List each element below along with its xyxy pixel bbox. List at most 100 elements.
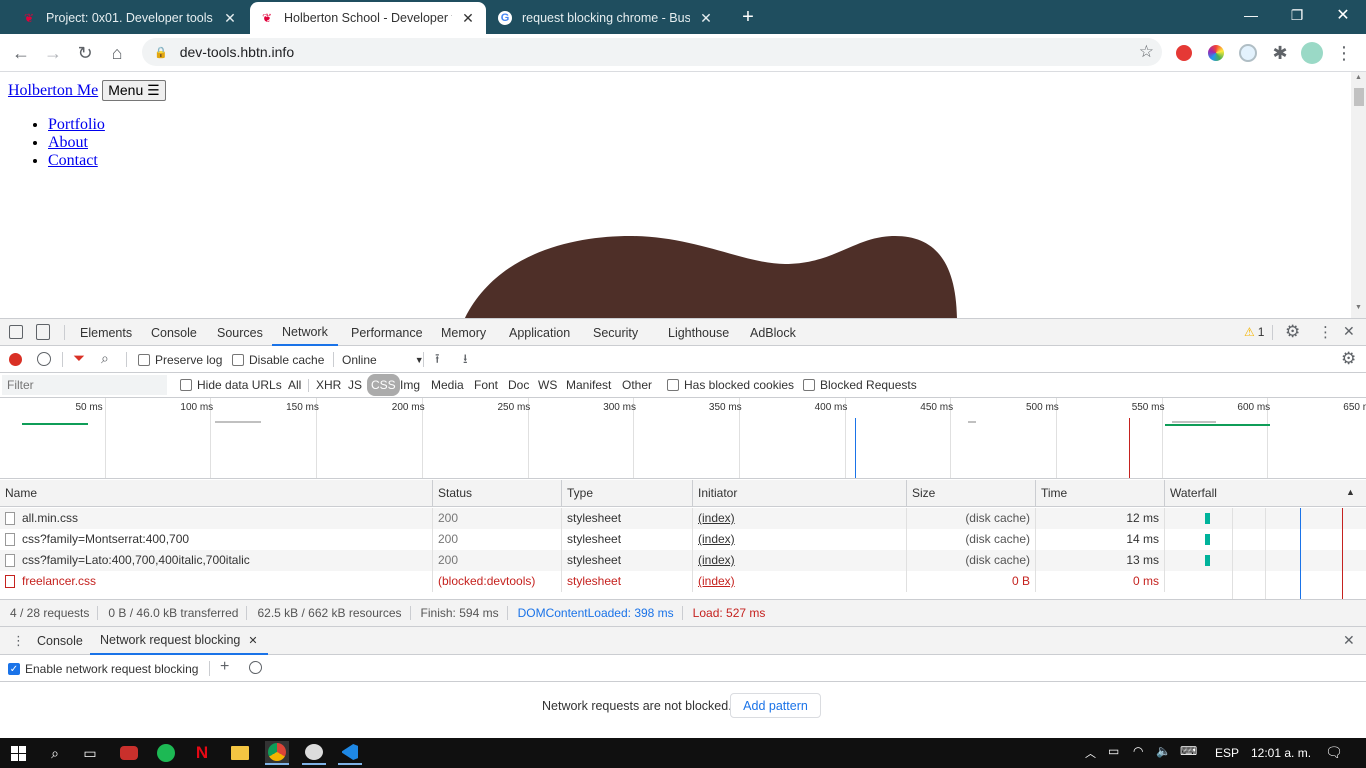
address-bar[interactable]: 🔒 dev-tools.hbtn.info ☆ [142, 38, 1162, 66]
column-header-name[interactable]: Name [0, 480, 433, 507]
browser-tab-holberton[interactable]: ❦ Holberton School - Developer to ✕ [250, 2, 486, 34]
filter-img[interactable]: Img [398, 374, 422, 396]
column-header-initiator[interactable]: Initiator [693, 480, 907, 507]
initiator-link[interactable]: (index) [698, 574, 735, 588]
search-icon[interactable]: ⌕ [43, 741, 67, 765]
minimize-icon[interactable]: — [1228, 0, 1274, 30]
tab-close-icon[interactable]: ✕ [698, 10, 714, 27]
tab-close-icon[interactable]: ✕ [222, 10, 238, 27]
page-scrollbar[interactable]: ▲ ▼ [1351, 72, 1366, 318]
windows-start-icon[interactable] [6, 741, 30, 765]
drawer-tab-console[interactable]: Console [37, 627, 83, 655]
checkbox-box[interactable] [803, 379, 815, 391]
preserve-log-checkbox[interactable]: Preserve log [138, 353, 222, 367]
record-icon[interactable] [9, 353, 22, 366]
chrome-taskbar-icon[interactable] [265, 741, 289, 765]
checkbox-box[interactable] [138, 354, 150, 366]
settings-gear-icon[interactable]: ⚙ [1285, 322, 1300, 342]
drawer-menu-icon[interactable]: ⋮ [12, 633, 25, 649]
tab-sources[interactable]: Sources [217, 319, 263, 346]
tab-security[interactable]: Security [593, 319, 638, 346]
tab-lighthouse[interactable]: Lighthouse [668, 319, 729, 346]
menu-button[interactable]: Menu ☰ [102, 80, 166, 101]
tab-memory[interactable]: Memory [441, 319, 486, 346]
nav-link-about[interactable]: About [48, 134, 88, 151]
tab-console[interactable]: Console [151, 319, 197, 346]
task-view-icon[interactable]: ▭ [78, 741, 102, 765]
paint-app-icon[interactable] [302, 741, 326, 765]
vscode-icon[interactable] [338, 741, 362, 765]
network-overview-timeline[interactable]: 50 ms 100 ms 150 ms 200 ms 250 ms 300 ms 350 m… [0, 398, 1366, 479]
column-header-waterfall[interactable]: Waterfall [1165, 480, 1366, 507]
tab-elements[interactable]: Elements [80, 319, 132, 346]
table-row[interactable]: all.min.css 200 stylesheet (index) (disk cac… [0, 508, 1366, 529]
table-row[interactable]: css?family=Montserrat:400,700 200 styleshe… [0, 529, 1366, 550]
file-explorer-icon[interactable] [228, 741, 252, 765]
scrollbar-thumb[interactable] [1354, 88, 1364, 106]
close-tab-icon[interactable]: ✕ [248, 634, 257, 647]
browser-tab-project[interactable]: ❦ Project: 0x01. Developer tools | H ✕ [12, 2, 248, 34]
browser-tab-google[interactable]: G request blocking chrome - Busca ✕ [488, 2, 724, 34]
network-settings-gear-icon[interactable]: ⚙ [1341, 349, 1356, 369]
initiator-link[interactable]: (index) [698, 532, 735, 546]
show-hidden-icons-chevron-icon[interactable]: ︿ [1085, 745, 1096, 761]
add-pattern-plus-icon[interactable]: + [220, 658, 229, 676]
filter-xhr[interactable]: XHR [314, 374, 343, 396]
warnings-counter[interactable]: ⚠ 1 [1244, 325, 1264, 339]
profile-avatar[interactable] [1299, 40, 1325, 66]
tab-performance[interactable]: Performance [351, 319, 423, 346]
clock-time[interactable]: 12:01 a. m. [1251, 746, 1311, 760]
scroll-up-icon[interactable]: ▲ [1355, 74, 1362, 81]
has-blocked-cookies-checkbox[interactable]: Has blocked cookies [667, 378, 794, 392]
throttling-select[interactable]: Online ▼ [342, 353, 424, 367]
filter-css[interactable]: CSS [367, 374, 400, 396]
color-extension-icon[interactable] [1203, 40, 1229, 66]
cell-initiator[interactable]: (index) [693, 550, 907, 571]
keyboard-icon[interactable]: ⌨ [1180, 744, 1197, 758]
filter-manifest[interactable]: Manifest [564, 374, 613, 396]
sort-ascending-icon[interactable]: ▲ [1346, 487, 1355, 497]
column-header-time[interactable]: Time [1036, 480, 1165, 507]
devtools-menu-icon[interactable]: ⋮ [1318, 323, 1333, 341]
cell-initiator[interactable]: (index) [693, 508, 907, 529]
scroll-down-icon[interactable]: ▼ [1355, 304, 1362, 311]
input-language[interactable]: ESP [1215, 746, 1239, 760]
filter-other[interactable]: Other [620, 374, 654, 396]
restore-icon[interactable]: ❐ [1274, 0, 1320, 30]
remove-all-patterns-icon[interactable] [249, 661, 262, 674]
drawer-tab-network-request-blocking[interactable]: Network request blocking ✕ [90, 627, 268, 655]
device-toolbar-icon[interactable] [36, 324, 50, 340]
home-icon[interactable]: ⌂ [104, 40, 130, 66]
column-header-size[interactable]: Size [907, 480, 1036, 507]
reload-icon[interactable]: ↻ [72, 40, 98, 66]
add-pattern-button[interactable]: Add pattern [730, 693, 821, 718]
tab-network[interactable]: Network [272, 319, 338, 346]
filter-font[interactable]: Font [472, 374, 500, 396]
close-drawer-icon[interactable]: ✕ [1343, 632, 1355, 649]
brand-link[interactable]: Holberton Me [8, 82, 98, 100]
clear-icon[interactable] [37, 352, 51, 366]
netflix-icon[interactable]: N [190, 741, 214, 765]
tab-close-icon[interactable]: ✕ [460, 10, 476, 27]
game-app-icon[interactable] [117, 741, 141, 765]
inspect-element-icon[interactable] [9, 325, 23, 339]
initiator-link[interactable]: (index) [698, 511, 735, 525]
bookmark-star-icon[interactable]: ☆ [1139, 42, 1154, 62]
initiator-link[interactable]: (index) [698, 553, 735, 567]
disable-cache-checkbox[interactable]: Disable cache [232, 353, 324, 367]
blocked-requests-checkbox[interactable]: Blocked Requests [803, 378, 917, 392]
checkbox-box[interactable] [667, 379, 679, 391]
cell-initiator[interactable]: (index) [693, 571, 907, 592]
import-har-icon[interactable]: ⭱ [435, 350, 440, 372]
checkbox-box[interactable]: ✓ [8, 663, 20, 675]
forward-icon[interactable]: → [40, 40, 66, 66]
extensions-puzzle-icon[interactable]: ✱ [1267, 40, 1293, 66]
nav-link-contact[interactable]: Contact [48, 152, 98, 169]
spotify-icon[interactable] [154, 741, 178, 765]
tab-adblock[interactable]: AdBlock [750, 319, 796, 346]
adblock-extension-icon[interactable] [1171, 40, 1197, 66]
close-devtools-icon[interactable]: ✕ [1343, 323, 1355, 340]
search-icon[interactable]: ⌕ [101, 350, 109, 367]
info-extension-icon[interactable] [1235, 40, 1261, 66]
checkbox-box[interactable] [232, 354, 244, 366]
